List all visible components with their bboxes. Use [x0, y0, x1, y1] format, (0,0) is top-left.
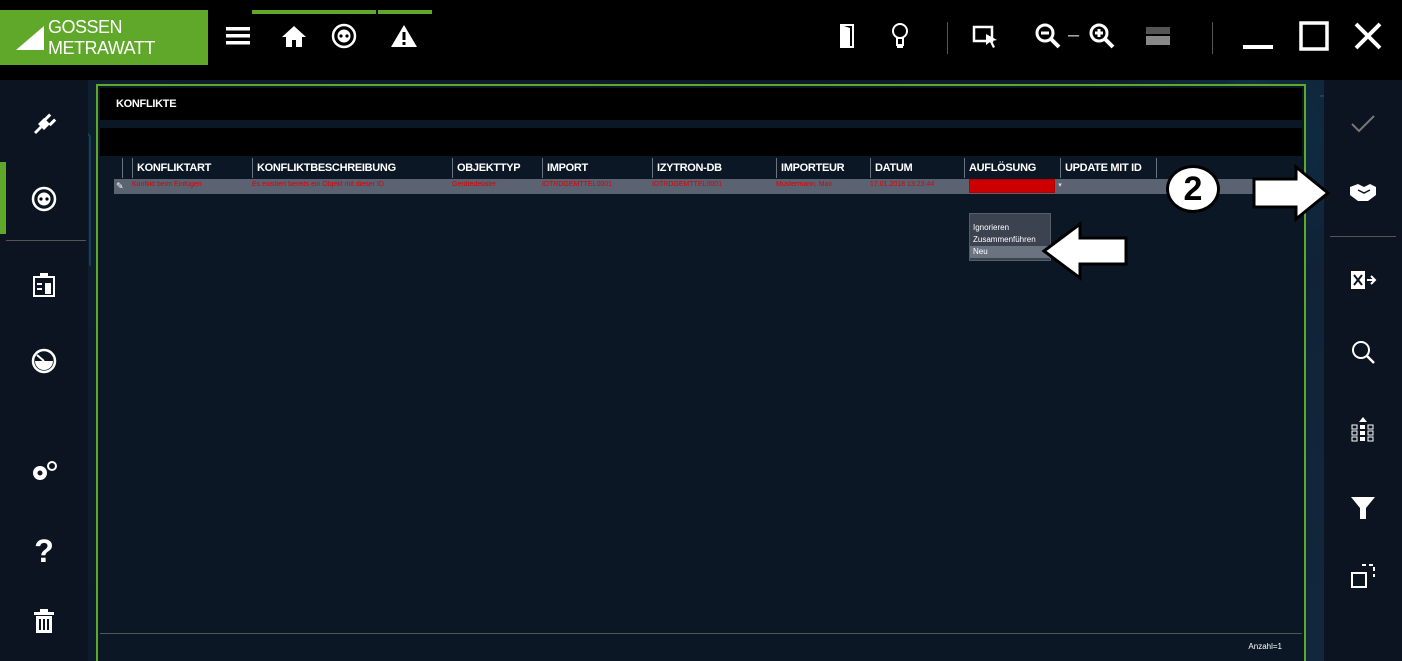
- socket-icon[interactable]: [0, 164, 88, 234]
- top-toolbar: GOSSEN METRAWATT –: [0, 0, 1402, 80]
- gauge-icon[interactable]: [0, 326, 88, 396]
- dialog-title: KONFLIKTE: [116, 98, 177, 110]
- sidebar-divider: [1330, 236, 1396, 237]
- close-icon[interactable]: [1350, 18, 1386, 54]
- logo-triangle-icon: [16, 25, 44, 50]
- socket-icon[interactable]: [326, 18, 362, 54]
- help-icon[interactable]: ?: [0, 516, 88, 586]
- column-header-importeur[interactable]: IMPORTEUR: [776, 158, 845, 178]
- row-count: Anzahl=1: [1248, 642, 1282, 651]
- dialog-toolstrip: [100, 128, 1302, 156]
- cell-beschreibung: Es existiert bereits ein Objekt mit dies…: [252, 181, 384, 188]
- brand-logo: GOSSEN METRAWATT: [0, 10, 208, 65]
- menu-icon[interactable]: [220, 18, 256, 54]
- aufloesung-select[interactable]: [969, 179, 1055, 193]
- pointer-arrow-icon: [1041, 221, 1128, 281]
- column-header-datum[interactable]: DATUM: [870, 158, 913, 178]
- active-indicator: [252, 10, 376, 14]
- cell-konfliktart: Konflikt beim Einfügen: [132, 181, 202, 188]
- sidebar-divider: [6, 240, 86, 241]
- active-indicator: [378, 10, 432, 14]
- step-badge: 2: [1166, 165, 1220, 213]
- column-header-aufloesung[interactable]: AUFLÖSUNG: [964, 158, 1036, 178]
- check-icon[interactable]: [1324, 94, 1402, 154]
- columns-icon[interactable]: [1324, 400, 1402, 460]
- lightbulb-icon[interactable]: [882, 18, 918, 54]
- left-sidebar: ?: [0, 80, 88, 661]
- zoom-out-icon[interactable]: [1030, 18, 1066, 54]
- warning-icon[interactable]: [386, 18, 422, 54]
- table-header: KONFLIKTART KONFLIKTBESCHREIBUNG OBJEKTT…: [114, 158, 1284, 178]
- toolbar-divider: [1212, 22, 1213, 54]
- zoom-in-icon[interactable]: [1084, 18, 1120, 54]
- minimize-icon[interactable]: [1240, 18, 1276, 54]
- select-icon[interactable]: [968, 18, 1004, 54]
- maximize-icon[interactable]: [1296, 18, 1332, 54]
- cell-update-mit-id: [1066, 181, 1156, 193]
- cell-izytron: IDTRDGEMTTEL0001: [652, 181, 723, 188]
- zoom-separator: –: [1068, 24, 1080, 46]
- filter-icon[interactable]: [1324, 478, 1402, 538]
- dropdown-option-neu[interactable]: Neu: [970, 246, 1050, 258]
- column-header-objekttyp[interactable]: OBJEKTTYP: [452, 158, 521, 178]
- excel-export-icon[interactable]: [1324, 250, 1402, 310]
- dropdown-option-ignorieren[interactable]: Ignorieren: [970, 222, 1050, 234]
- search-icon[interactable]: [1324, 322, 1402, 382]
- edit-pencil-icon: ✎: [116, 181, 124, 191]
- settings-icon[interactable]: [0, 436, 88, 506]
- plug-icon[interactable]: [0, 88, 88, 158]
- table-row[interactable]: ✎ Konflikt beim Einfügen Es existiert be…: [114, 179, 1284, 194]
- conflicts-dialog: KONFLIKTE KONFLIKTART KONFLIKTBESCHREIBU…: [96, 84, 1306, 661]
- handshake-icon[interactable]: [1324, 162, 1402, 222]
- cell-objekttyp: Gerätedetailer: [452, 181, 497, 188]
- layout-icon[interactable]: [1140, 18, 1176, 54]
- cell-import: IDTRDGEMTTEL0001: [542, 181, 613, 188]
- dialog-titlebar: KONFLIKTE: [100, 88, 1302, 120]
- pointer-arrow-icon: [1252, 163, 1331, 223]
- column-header-update-mit-id[interactable]: UPDATE MIT ID: [1060, 158, 1142, 178]
- dropdown-option-zusammenfuehren[interactable]: Zusammenführen: [970, 234, 1050, 246]
- column-header-import[interactable]: IMPORT: [542, 158, 588, 178]
- footer-divider: [100, 633, 1302, 634]
- toolbar-divider: [947, 22, 948, 54]
- expand-icon[interactable]: [1324, 546, 1402, 606]
- cell-importeur: Mustermann, Max: [776, 181, 833, 188]
- home-icon[interactable]: [276, 18, 312, 54]
- column-divider: [1156, 158, 1161, 178]
- chevron-down-icon[interactable]: ▾: [1055, 179, 1065, 193]
- aufloesung-dropdown: Ignorieren Zusammenführen Neu: [969, 213, 1051, 261]
- door-icon[interactable]: [830, 18, 866, 54]
- column-header-konfliktart[interactable]: KONFLIKTART: [132, 158, 211, 178]
- cell-datum: 17.01.2018 13:23:44: [870, 181, 935, 188]
- building-icon[interactable]: [0, 250, 88, 320]
- brand-name: GOSSEN METRAWATT: [48, 16, 155, 58]
- trash-icon[interactable]: [0, 586, 88, 656]
- column-header-izytron-db[interactable]: IZYTRON-DB: [652, 158, 722, 178]
- column-header-beschreibung[interactable]: KONFLIKTBESCHREIBUNG: [252, 158, 396, 178]
- right-sidebar: [1324, 80, 1402, 661]
